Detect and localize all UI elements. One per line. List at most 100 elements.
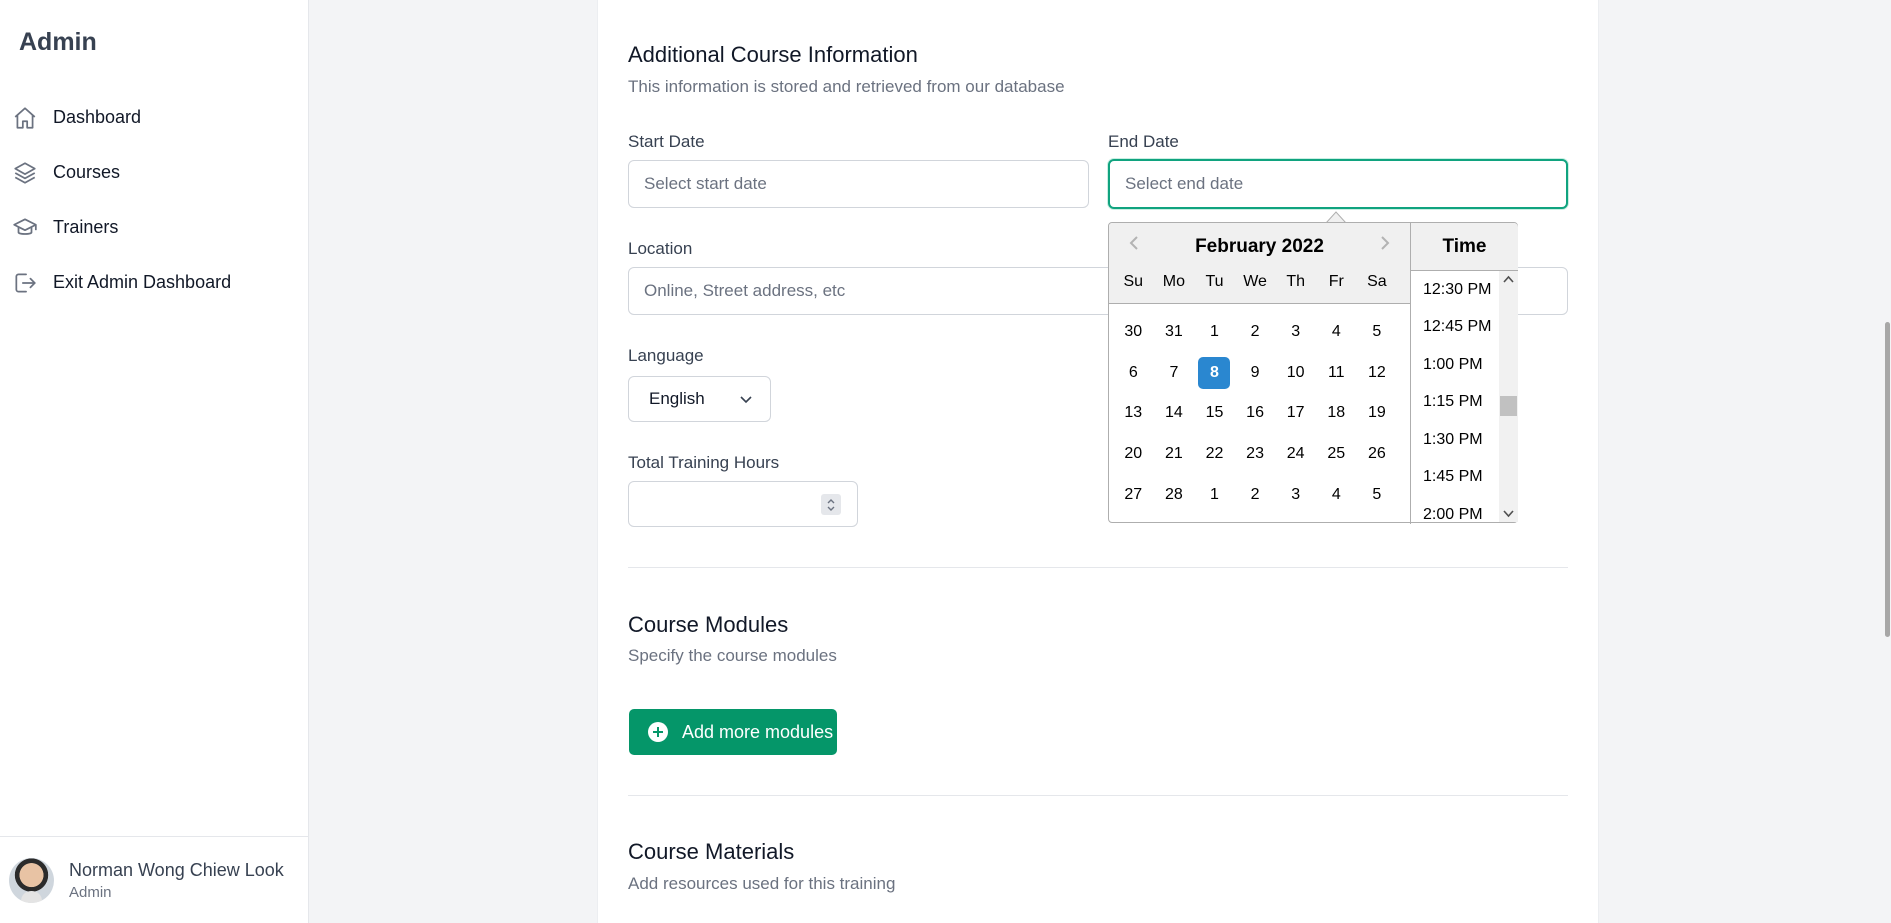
calendar-day[interactable]: 6: [1113, 356, 1154, 390]
calendar-day-label: 5: [1372, 323, 1382, 341]
sidebar-item-label: Exit Admin Dashboard: [53, 272, 232, 292]
calendar-day-label: 30: [1124, 323, 1143, 341]
sidebar-item-trainers[interactable]: Trainers: [0, 200, 308, 255]
scrollbar-thumb[interactable]: [1885, 322, 1890, 637]
number-spinner[interactable]: [821, 494, 841, 515]
calendar-day[interactable]: 11: [1316, 356, 1357, 390]
datepicker-month: February 2022 Su Mo Tu We Th Fr Sa 30 31 1…: [1109, 223, 1411, 524]
calendar-day[interactable]: 5: [1357, 315, 1398, 349]
scroll-down-icon[interactable]: [1503, 510, 1514, 518]
plus-circle-icon: [648, 722, 668, 742]
next-month-button[interactable]: [1374, 233, 1394, 253]
time-option[interactable]: 1:15 PM: [1411, 384, 1499, 422]
time-picker: Time 12:30 PM 12:45 PM 1:00 PM 1:15 PM 1:30 …: [1411, 223, 1518, 523]
sidebar-item-dashboard[interactable]: Dashboard: [0, 90, 308, 145]
training-hours-label: Total Training Hours: [628, 453, 780, 472]
calendar-day[interactable]: 2: [1235, 315, 1276, 349]
calendar-day[interactable]: 1: [1194, 315, 1235, 349]
calendar-day[interactable]: 3: [1275, 315, 1316, 349]
scrollbar-thumb[interactable]: [1500, 396, 1517, 416]
calendar-day[interactable]: 15: [1194, 396, 1235, 430]
calendar-day[interactable]: 28: [1154, 478, 1195, 512]
calendar-day[interactable]: 7: [1154, 356, 1195, 390]
calendar-week: 6 7 8 9 10 11 12: [1113, 353, 1410, 394]
calendar-day[interactable]: 2: [1235, 478, 1276, 512]
sidebar-item-label: Dashboard: [53, 107, 142, 127]
start-date-label: Start Date: [628, 132, 705, 151]
calendar-day[interactable]: 10: [1275, 356, 1316, 390]
calendar-day-label: 24: [1286, 445, 1305, 463]
page-scrollbar[interactable]: [1884, 0, 1891, 923]
calendar-day[interactable]: 17: [1275, 396, 1316, 430]
weekday-label: We: [1243, 273, 1267, 290]
calendar-day[interactable]: 23: [1235, 437, 1276, 471]
avatar: [9, 857, 54, 903]
calendar-day[interactable]: 20: [1113, 437, 1154, 471]
calendar-day[interactable]: 16: [1235, 396, 1276, 430]
sidebar-item-exit-admin[interactable]: Exit Admin Dashboard: [0, 255, 308, 310]
calendar-day-label: 6: [1128, 363, 1138, 381]
section-subtitle: This information is stored and retrieved…: [628, 77, 1065, 96]
calendar-day[interactable]: 13: [1113, 396, 1154, 430]
calendar-day-label: 5: [1372, 485, 1382, 503]
add-modules-button[interactable]: Add more modules: [629, 709, 837, 755]
calendar-day[interactable]: 30: [1113, 315, 1154, 349]
calendar-day[interactable]: 5: [1357, 478, 1398, 512]
calendar-day[interactable]: 14: [1154, 396, 1195, 430]
calendar-day[interactable]: 26: [1357, 437, 1398, 471]
calendar-day[interactable]: 12: [1357, 356, 1398, 390]
calendar-day[interactable]: 3: [1275, 478, 1316, 512]
calendar-day[interactable]: 22: [1194, 437, 1235, 471]
training-hours-input[interactable]: [628, 481, 858, 527]
calendar-day[interactable]: 9: [1235, 356, 1276, 390]
calendar-day[interactable]: 21: [1154, 437, 1195, 471]
weekday-label: Th: [1286, 273, 1305, 290]
calendar-day[interactable]: 25: [1316, 437, 1357, 471]
graduation-cap-icon: [11, 214, 38, 241]
calendar-day-label: 10: [1286, 363, 1305, 381]
materials-subtitle: Add resources used for this training: [628, 874, 896, 893]
time-option[interactable]: 2:00 PM: [1411, 496, 1499, 534]
calendar-day[interactable]: 19: [1357, 396, 1398, 430]
calendar-day[interactable]: 27: [1113, 478, 1154, 512]
end-date-input[interactable]: [1108, 159, 1568, 209]
calendar-day[interactable]: 18: [1316, 396, 1357, 430]
calendar-day[interactable]: 24: [1275, 437, 1316, 471]
calendar-grid: 30 31 1 2 3 4 5 6 7 8 9 10 11 12 13 14 15 16 17 18 19 20 21 22 2…: [1109, 312, 1410, 515]
calendar-day-selected[interactable]: 8: [1194, 356, 1235, 390]
calendar-day-label: 14: [1164, 404, 1183, 422]
user-profile[interactable]: Norman Wong Chiew Look Admin: [0, 836, 308, 923]
calendar-day-label: 9: [1250, 363, 1260, 381]
divider: [628, 567, 1568, 568]
calendar-day-label: 23: [1246, 445, 1264, 463]
calendar-day-label: 17: [1286, 404, 1305, 422]
calendar-day-label: 18: [1327, 404, 1346, 422]
calendar-day[interactable]: 31: [1154, 315, 1195, 349]
time-option[interactable]: 1:45 PM: [1411, 459, 1499, 497]
language-select[interactable]: English: [628, 376, 771, 422]
calendar-week: 30 31 1 2 3 4 5: [1113, 312, 1410, 353]
weekday-label: Tu: [1205, 273, 1224, 290]
chevron-right-icon: [1381, 236, 1390, 250]
datepicker-header: February 2022 Su Mo Tu We Th Fr Sa: [1109, 223, 1410, 304]
calendar-day-label: 3: [1291, 485, 1301, 503]
start-date-input[interactable]: [628, 160, 1089, 208]
calendar-day-label: 4: [1331, 323, 1341, 341]
user-name: Norman Wong Chiew Look: [69, 859, 284, 880]
calendar-day[interactable]: 1: [1194, 478, 1235, 512]
sidebar-item-courses[interactable]: Courses: [0, 145, 308, 200]
weekday-header: Su Mo Tu We Th Fr Sa: [1109, 273, 1410, 291]
time-option[interactable]: 12:30 PM: [1411, 271, 1499, 309]
calendar-day-label: 2: [1250, 323, 1260, 341]
time-option[interactable]: 12:45 PM: [1411, 309, 1499, 347]
calendar-day-label: 11: [1327, 363, 1345, 381]
calendar-day[interactable]: 4: [1316, 315, 1357, 349]
calendar-day-label: 19: [1367, 404, 1386, 422]
time-scrollbar[interactable]: [1499, 271, 1518, 522]
calendar-week: 27 28 1 2 3 4 5: [1113, 474, 1410, 515]
time-list: 12:30 PM 12:45 PM 1:00 PM 1:15 PM 1:30 PM 1:4…: [1411, 271, 1499, 534]
time-option[interactable]: 1:00 PM: [1411, 346, 1499, 384]
calendar-day[interactable]: 4: [1316, 478, 1357, 512]
scroll-up-icon[interactable]: [1503, 275, 1514, 283]
time-option[interactable]: 1:30 PM: [1411, 421, 1499, 459]
